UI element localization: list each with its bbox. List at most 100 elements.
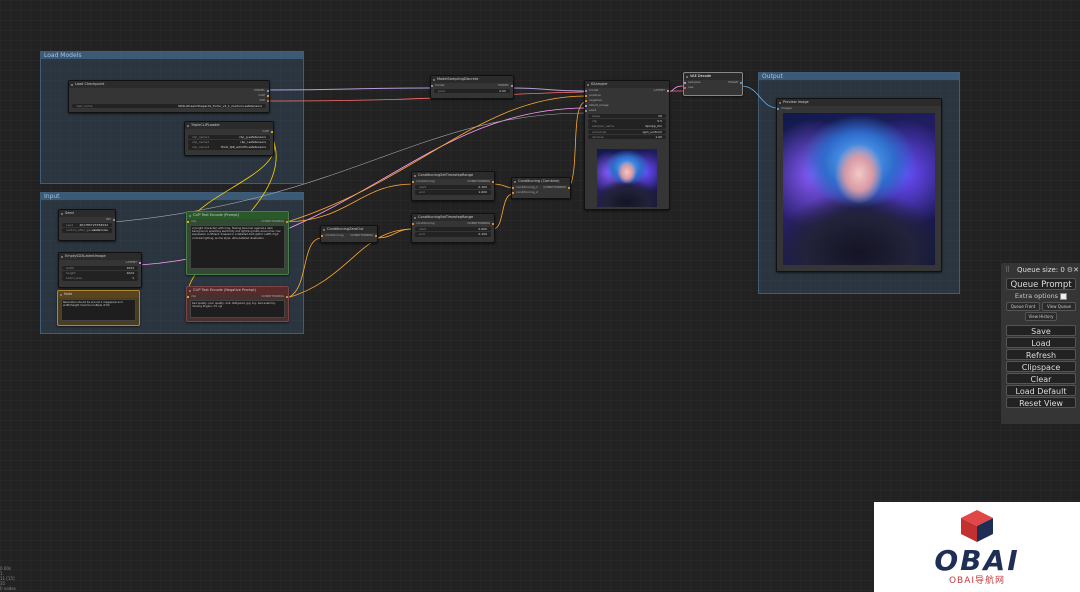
seed-widget[interactable]: seed 461785723784542 xyxy=(62,222,112,228)
wire-pos-to-ksampler xyxy=(286,95,587,223)
control-after-generate-widget[interactable]: control_after_generate randomize xyxy=(62,228,112,233)
io-clip[interactable]: clip CONDITIONING xyxy=(187,294,288,299)
load-default-button[interactable]: Load Default xyxy=(1006,385,1076,396)
node-clip-text-encode-positive[interactable]: CLIP Text Encode (Prompt) clip CONDITIONI… xyxy=(186,211,289,275)
queue-front-button[interactable]: Queue Front xyxy=(1006,302,1040,311)
end-widget[interactable]: end 0.100 xyxy=(415,232,491,237)
ksampler-preview-image xyxy=(597,149,657,207)
watermark-logo: OBAI OBAI导航网 xyxy=(874,502,1080,592)
node-clip-text-encode-negative[interactable]: CLIP Text Encode (Negative Prompt) clip C… xyxy=(186,286,289,322)
node-title: EmptySD3LatentImage xyxy=(59,253,141,260)
scheduler-widget[interactable]: scheduler sgm_uniform xyxy=(588,129,666,135)
node-title: Conditioning (Combine) xyxy=(512,178,570,185)
denoise-widget[interactable]: denoise 1.00 xyxy=(588,134,666,140)
input-conditioning-2[interactable]: conditioning_2 xyxy=(512,190,570,195)
clear-button[interactable]: Clear xyxy=(1006,373,1076,384)
clip-name2-widget[interactable]: clip_name2 clip_l.safetensors xyxy=(188,140,270,145)
extra-options-checkbox[interactable] xyxy=(1060,292,1068,300)
close-icon[interactable]: ✕ xyxy=(1073,263,1079,277)
node-note[interactable]: Note Resolution should be around 1 megap… xyxy=(57,290,140,326)
load-button[interactable]: Load xyxy=(1006,337,1076,348)
output-latent[interactable]: LATENT xyxy=(59,260,141,265)
refresh-button[interactable]: Refresh xyxy=(1006,349,1076,360)
output-vae[interactable]: VAE xyxy=(69,98,269,103)
queue-buttons-row: Queue Front View Queue xyxy=(1006,302,1076,311)
io-conditioning[interactable]: conditioning CONDITIONING xyxy=(412,221,494,226)
batch-size-widget[interactable]: batch_size 1 xyxy=(62,276,138,281)
input-seed[interactable]: seed xyxy=(585,108,669,113)
node-cond-timestep-range-2[interactable]: ConditioningSetTimestepRange conditionin… xyxy=(411,213,495,243)
negative-prompt-text[interactable]: bad quality, poor quality, doll, disfigu… xyxy=(190,300,285,318)
stats-line: 0 nodes xyxy=(0,586,16,591)
node-title: CLIP Text Encode (Prompt) xyxy=(187,212,288,219)
wire-range2-to-combine xyxy=(492,193,514,230)
wire-range1-to-combine xyxy=(492,183,514,189)
output-clip[interactable]: CLIP xyxy=(185,129,273,134)
node-title: Load Checkpoint xyxy=(69,81,269,88)
node-empty-latent[interactable]: EmptySD3LatentImage LATENT width 1024 hei… xyxy=(58,252,142,288)
output-int[interactable]: INT xyxy=(59,217,115,222)
reset-view-button[interactable]: Reset View xyxy=(1006,397,1076,408)
node-conditioning-zero-out[interactable]: ConditioningZeroOut conditioning CONDITIO… xyxy=(320,225,378,243)
node-ksampler[interactable]: KSampler model LATENT positive negative l… xyxy=(584,80,670,210)
end-widget[interactable]: end 1.000 xyxy=(415,190,491,195)
node-preview-image[interactable]: Preview Image images xyxy=(776,98,942,272)
queue-header: ⠿ Queue size: 0 ⚙ ✕ xyxy=(1001,263,1080,277)
start-widget[interactable]: start 0.100 xyxy=(415,184,491,190)
note-text[interactable]: Resolution should be around 1 megapixel … xyxy=(61,299,136,321)
extra-options-label: Extra options xyxy=(1014,292,1059,300)
wire-model-to-sampling xyxy=(267,87,431,91)
io-conditioning[interactable]: conditioning CONDITIONING xyxy=(321,233,377,238)
queue-prompt-button[interactable]: Queue Prompt xyxy=(1006,278,1076,290)
queue-size: Queue size: 0 xyxy=(1017,266,1065,274)
sampler-widget[interactable]: sampler_name dpmpp_2m xyxy=(588,124,666,129)
node-title: CLIP Text Encode (Negative Prompt) xyxy=(187,287,288,294)
node-conditioning-combine[interactable]: Conditioning (Combine) conditioning_1 CON… xyxy=(511,177,571,199)
start-widget[interactable]: start 0.000 xyxy=(415,226,491,232)
node-load-checkpoint[interactable]: Load Checkpoint MODEL CLIP VAE ckpt_name… xyxy=(68,80,270,113)
clipspace-button[interactable]: Clipspace xyxy=(1006,361,1076,372)
steps-widget[interactable]: steps 20 xyxy=(588,113,666,119)
io-clip[interactable]: clip CONDITIONING xyxy=(187,219,288,224)
node-title: Seed xyxy=(59,210,115,217)
cfg-widget[interactable]: cfg 5.5 xyxy=(588,119,666,124)
extra-options-row: Extra options xyxy=(1001,291,1080,301)
node-title: KSampler xyxy=(585,81,669,88)
node-title: ConditioningSetTimestepRange xyxy=(412,214,494,221)
render-stats: 0.00s 1 11 [15] 35 0 nodes xyxy=(0,566,16,591)
node-vae-decode[interactable]: VAE Decode samples IMAGE vae xyxy=(683,72,743,96)
logo-subtitle: OBAI导航网 xyxy=(948,576,1006,586)
gear-icon[interactable]: ⚙ xyxy=(1067,263,1073,277)
drag-handle-icon[interactable]: ⠿ xyxy=(1005,263,1010,277)
node-title: Note xyxy=(58,291,139,298)
node-title: VAE Decode xyxy=(684,73,742,80)
node-triple-clip-loader[interactable]: TripleCLIPLoader CLIP clip_name1 clip_g.s… xyxy=(184,121,274,156)
node-title: ModelSamplingDiscrete xyxy=(431,76,513,83)
node-cond-timestep-range-1[interactable]: ConditioningSetTimestepRange conditionin… xyxy=(411,171,495,201)
node-model-sampling[interactable]: ModelSamplingDiscrete model MODEL pred 0.0… xyxy=(430,75,514,99)
node-title: Preview Image xyxy=(777,99,941,106)
pred-widget[interactable]: pred 0.00 xyxy=(434,88,510,94)
wire-decode-to-preview xyxy=(740,85,779,109)
save-button[interactable]: Save xyxy=(1006,325,1076,336)
width-widget[interactable]: width 1024 xyxy=(62,265,138,271)
input-vae[interactable]: vae xyxy=(684,85,742,90)
view-history-button[interactable]: View History xyxy=(1025,312,1057,321)
node-title: ConditioningZeroOut xyxy=(321,226,377,233)
wire-sampling-to-ksampler xyxy=(510,87,587,92)
preview-output-image[interactable] xyxy=(783,113,935,265)
node-seed[interactable]: Seed INT seed 461785723784542 control_aft… xyxy=(58,209,116,241)
node-title: TripleCLIPLoader xyxy=(185,122,273,129)
side-menu[interactable]: ⠿ Queue size: 0 ⚙ ✕ Queue Prompt Extra o… xyxy=(1000,262,1080,425)
input-images[interactable]: images xyxy=(777,106,941,111)
io-conditioning[interactable]: conditioning CONDITIONING xyxy=(412,179,494,184)
ckpt-name-widget[interactable]: ckpt_name SDXL\DreamShaperXL_Turbo_v2_1_m… xyxy=(72,103,266,109)
view-queue-button[interactable]: View Queue xyxy=(1042,302,1076,311)
positive-prompt-text[interactable]: a (bright character) with long, flowing … xyxy=(190,225,285,269)
height-widget[interactable]: height 1024 xyxy=(62,271,138,276)
clip-name1-widget[interactable]: clip_name1 clip_g.safetensors xyxy=(188,134,270,140)
wire-pos-to-range1 xyxy=(286,183,414,223)
io-model[interactable]: model MODEL xyxy=(431,83,513,88)
node-title: ConditioningSetTimestepRange xyxy=(412,172,494,179)
clip-name3-widget[interactable]: clip_name3 t5xxl_fp8_e4m3fn.safetensors xyxy=(188,145,270,150)
